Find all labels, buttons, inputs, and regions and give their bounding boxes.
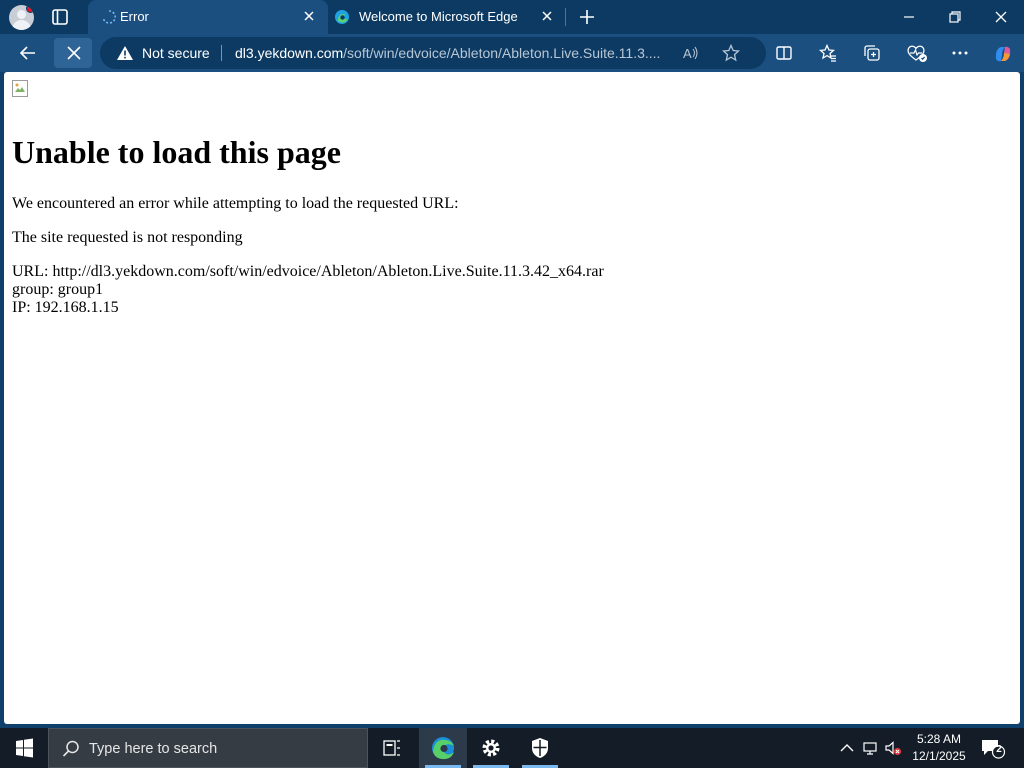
tab-actions-icon[interactable] — [48, 6, 72, 28]
close-tab-icon[interactable] — [538, 7, 556, 25]
tab-title: Welcome to Microsoft Edge — [359, 9, 518, 24]
edge-taskbar-icon[interactable] — [419, 728, 467, 768]
browser-toolbar: Not secure dl3.yekdown.com/soft/win/edvo… — [0, 34, 1024, 72]
windows-start-icon[interactable] — [0, 728, 48, 768]
more-dots-icon[interactable] — [944, 38, 976, 68]
url-path: /soft/win/edvoice/Ableton/Ableton.Live.S… — [343, 45, 661, 61]
task-view-icon[interactable] — [368, 728, 416, 768]
edge-logo-icon — [335, 10, 349, 24]
profile-avatar-icon[interactable] — [9, 5, 34, 30]
group-line: group: group1 — [12, 281, 104, 298]
svg-text:A: A — [683, 46, 692, 61]
stop-loading-button[interactable] — [54, 38, 92, 68]
favorites-icon[interactable] — [812, 38, 844, 68]
notification-count: 2 — [996, 744, 1002, 755]
close-x-icon — [67, 46, 81, 60]
title-bar: Error Welcome to Microsoft Edge — [0, 0, 1024, 34]
error-reason: The site requested is not responding — [12, 229, 243, 246]
heart-pulse-icon[interactable] — [900, 38, 932, 68]
warning-triangle-icon[interactable] — [116, 45, 134, 61]
error-heading: Unable to load this page — [12, 134, 341, 170]
address-bar[interactable]: Not secure dl3.yekdown.com/soft/win/edvo… — [100, 37, 766, 69]
collections-icon[interactable] — [856, 38, 888, 68]
network-icon[interactable] — [862, 739, 880, 757]
system-clock[interactable]: 5:28 AM 12/1/2025 — [906, 731, 972, 765]
settings-gear-icon[interactable] — [467, 728, 515, 768]
tab-welcome-edge[interactable]: Welcome to Microsoft Edge — [328, 0, 566, 34]
url-line: URL: http://dl3.yekdown.com/soft/win/edv… — [12, 263, 604, 280]
clock-time: 5:28 AM — [916, 732, 962, 746]
loading-spinner-icon — [102, 10, 116, 24]
close-tab-icon[interactable] — [300, 7, 318, 25]
chevron-up-icon[interactable] — [838, 739, 856, 757]
security-shield-icon[interactable] — [516, 728, 564, 768]
star-icon[interactable] — [721, 43, 741, 62]
url-text[interactable]: dl3.yekdown.com/soft/win/edvoice/Ableton… — [235, 45, 660, 61]
restore-icon[interactable] — [942, 4, 968, 30]
notification-center-icon[interactable]: 2 — [980, 737, 1006, 759]
search-icon — [62, 740, 79, 757]
divider — [221, 45, 222, 61]
copilot-icon[interactable] — [986, 38, 1018, 68]
url-host: dl3.yekdown.com — [235, 45, 344, 61]
tab-error[interactable]: Error — [88, 0, 328, 34]
search-placeholder: Type here to search — [89, 741, 218, 757]
read-aloud-icon[interactable]: A — [682, 44, 700, 62]
error-message: We encountered an error while attempting… — [12, 195, 459, 212]
minimize-icon[interactable] — [896, 4, 922, 30]
clock-date: 12/1/2025 — [912, 749, 966, 763]
ip-line: IP: 192.168.1.15 — [12, 299, 119, 316]
back-arrow-icon[interactable] — [12, 38, 44, 68]
security-label[interactable]: Not secure — [142, 45, 210, 61]
volume-muted-icon[interactable] — [884, 739, 902, 757]
close-window-icon[interactable] — [988, 4, 1014, 30]
taskbar-search-box[interactable]: Type here to search — [48, 728, 368, 768]
tab-separator — [565, 8, 566, 26]
page-content: Unable to load this page We encountered … — [4, 72, 1020, 724]
plus-icon[interactable] — [576, 6, 598, 28]
split-screen-icon[interactable] — [768, 38, 800, 68]
broken-image-icon — [12, 80, 28, 97]
taskbar: Type here to search 5:28 AM 12/1/2025 2 — [0, 728, 1024, 768]
tab-title: Error — [120, 9, 149, 24]
